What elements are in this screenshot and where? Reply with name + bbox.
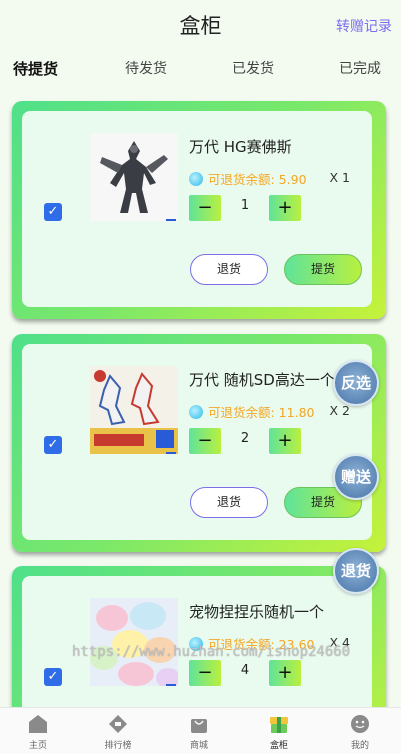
bottom-nav: 主页 排行榜 商城 盒柜 我的 [0,707,401,754]
tab-pending-shipment[interactable]: 待发货 [125,58,167,78]
transfer-records-link[interactable]: 转赠记录 [336,16,392,36]
ranking-icon [109,715,127,733]
refund-balance: 可退货余额: 5.90 [189,169,307,188]
profile-icon [351,715,369,733]
increment-button[interactable]: + [269,428,301,454]
product-name: 宠物捏捏乐随机一个 [189,603,325,621]
nav-label: 我的 [350,741,369,751]
gundam-box-image [90,366,178,454]
product-name: 万代 随机SD高达一个 [189,371,335,389]
nav-label: 商城 [189,741,208,751]
header: 盒柜 转赠记录 [0,0,401,50]
return-button[interactable]: 退货 [190,254,268,285]
increment-button[interactable]: + [269,195,301,221]
product-image[interactable] [90,133,178,221]
box-cabinet-icon [270,717,288,733]
quantity-value[interactable]: 1 [221,198,269,213]
nav-profile[interactable]: 我的 [332,713,388,751]
watermark: https://www.huzhan.com/ishop24660 [72,644,351,660]
coin-icon [189,404,203,419]
product-card: ✓ 万代 随机SD高达一个 可退货余额: 11.80 X 2 − 2 + 退货 [12,334,386,552]
quantity-label: X 1 [329,170,351,185]
shop-bag-icon [191,719,207,733]
coin-icon [189,171,203,186]
decrement-button[interactable]: − [189,660,221,686]
quantity-value[interactable]: 2 [221,431,269,446]
pickup-button[interactable]: 提货 [284,254,362,285]
quantity-stepper: − 2 + [189,428,301,454]
return-button[interactable]: 退货 [190,487,268,518]
decrement-button[interactable]: − [189,195,221,221]
product-name: 万代 HG赛佛斯 [189,138,292,156]
home-icon [29,715,47,733]
status-tabs: 待提货 待发货 已发货 已完成 [0,58,401,80]
invert-selection-button[interactable]: 反选 [333,360,379,406]
quantity-stepper: − 1 + [189,195,301,221]
nav-label: 主页 [28,741,47,751]
nav-home[interactable]: 主页 [10,713,66,751]
robot-figure-image [90,133,178,221]
squishy-toys-image [90,598,178,686]
gift-button[interactable]: 赠送 [333,454,379,500]
tab-completed[interactable]: 已完成 [339,58,381,78]
nav-shop[interactable]: 商城 [171,713,227,751]
nav-ranking[interactable]: 排行榜 [90,713,146,751]
item-checkbox[interactable]: ✓ [44,668,62,686]
quantity-value[interactable]: 4 [221,663,269,678]
product-image[interactable] [90,366,178,454]
quantity-stepper: − 4 + [189,660,301,686]
tab-shipped[interactable]: 已发货 [232,58,274,78]
item-checkbox[interactable]: ✓ [44,436,62,454]
nav-box-cabinet[interactable]: 盒柜 [251,713,307,751]
tab-pending-pickup[interactable]: 待提货 [13,58,58,79]
increment-button[interactable]: + [269,660,301,686]
quantity-label: X 2 [329,403,351,418]
return-selected-button[interactable]: 退货 [333,548,379,594]
product-card-body: ✓ 万代 HG赛佛斯 可退货余额: 5.90 X 1 − 1 + 退货 提货 [22,111,372,307]
product-card: ✓ 万代 HG赛佛斯 可退货余额: 5.90 X 1 − 1 + 退货 提货 [12,101,386,319]
refund-balance-label: 可退货余额: 11.80 [208,405,315,420]
nav-label: 盒柜 [269,741,288,751]
decrement-button[interactable]: − [189,428,221,454]
refund-balance-label: 可退货余额: 5.90 [208,172,307,187]
product-card-body: ✓ 万代 随机SD高达一个 可退货余额: 11.80 X 2 − 2 + 退货 [22,344,372,540]
item-checkbox[interactable]: ✓ [44,203,62,221]
refund-balance: 可退货余额: 11.80 [189,402,314,421]
nav-label: 排行榜 [104,741,132,751]
product-image[interactable] [90,598,178,686]
